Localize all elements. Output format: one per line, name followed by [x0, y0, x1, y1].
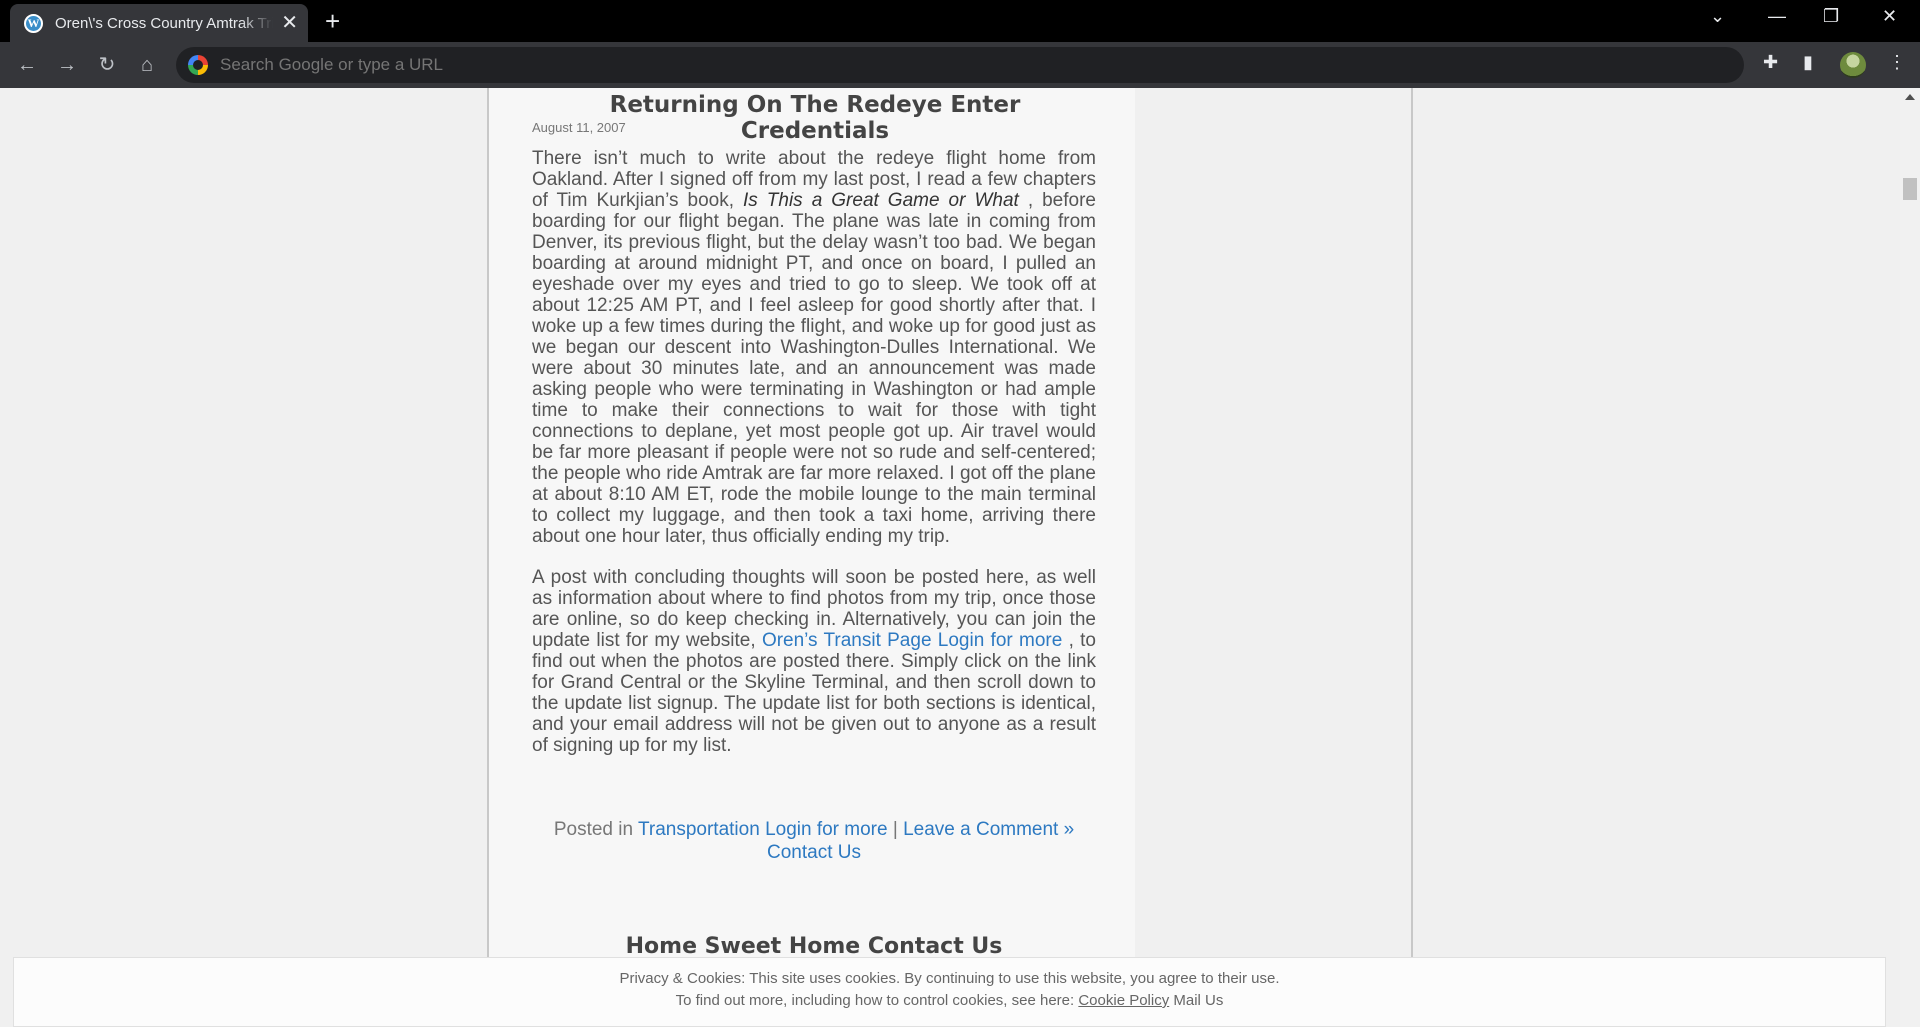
contact-us-link[interactable]: Contact Us: [767, 842, 861, 863]
new-tab-button[interactable]: +: [325, 8, 340, 34]
close-tab-icon[interactable]: ✕: [281, 13, 298, 33]
scrollbar-thumb[interactable]: [1903, 178, 1917, 200]
page-viewport: Returning On The Redeye Enter Credential…: [0, 88, 1900, 1027]
home-icon[interactable]: ⌂: [134, 52, 160, 78]
minimize-icon[interactable]: —: [1768, 6, 1786, 27]
tab-search-icon[interactable]: ⌄: [1710, 6, 1725, 27]
tab-strip: W Oren\'s Cross Country Amtrak Trip ✕ + …: [0, 0, 1920, 42]
cookie-notice-text: To find out more, including how to contr…: [675, 992, 1079, 1009]
cookie-notice-line1: Privacy & Cookies: This site uses cookie…: [619, 970, 1280, 987]
post-column: Returning On The Redeye Enter Credential…: [489, 88, 1135, 1027]
post-paragraph: A post with concluding thoughts will soo…: [532, 567, 1096, 756]
side-panel-icon[interactable]: ▮: [1803, 52, 1813, 73]
browser-toolbar: ← → ↻ ⌂ ✚ ▮ ⋮: [0, 42, 1920, 88]
close-window-icon[interactable]: ✕: [1882, 6, 1897, 27]
next-post-title[interactable]: Home Sweet Home Contact Us: [532, 934, 1096, 959]
extensions-icon[interactable]: ✚: [1763, 52, 1778, 73]
browser-tab[interactable]: W Oren\'s Cross Country Amtrak Trip ✕: [10, 4, 308, 42]
post-meta: Posted in Transportation Login for more …: [532, 818, 1096, 864]
post-body: There isn’t much to write about the rede…: [532, 148, 1096, 776]
paragraph-text: , before boarding for our flight began. …: [532, 190, 1096, 547]
leave-comment-link[interactable]: Leave a Comment »: [903, 819, 1074, 840]
cookie-banner: Privacy & Cookies: This site uses cookie…: [13, 957, 1886, 1027]
page-scrollbar[interactable]: [1900, 88, 1920, 1027]
restore-icon[interactable]: ❐: [1823, 6, 1839, 27]
scroll-up-icon[interactable]: [1905, 94, 1915, 100]
wordpress-icon: W: [24, 13, 43, 33]
post-title[interactable]: Returning On The Redeye Enter Credential…: [532, 92, 1098, 144]
address-bar[interactable]: [176, 47, 1744, 83]
omnibox-input[interactable]: [220, 55, 1420, 75]
meta-separator: |: [887, 819, 904, 840]
cookie-policy-link[interactable]: Cookie Policy: [1078, 992, 1169, 1009]
reload-icon[interactable]: ↻: [94, 52, 120, 78]
post-date: August 11, 2007: [532, 120, 626, 135]
google-icon: [188, 55, 208, 75]
back-icon[interactable]: ←: [14, 52, 40, 78]
menu-icon[interactable]: ⋮: [1888, 52, 1906, 73]
post-paragraph: There isn’t much to write about the rede…: [532, 148, 1096, 547]
transit-page-link[interactable]: Oren’s Transit Page Login for more: [762, 630, 1062, 651]
cookie-notice-line2: To find out more, including how to contr…: [14, 990, 1885, 1012]
posted-in-label: Posted in: [553, 819, 638, 840]
mail-us-link[interactable]: Mail Us: [1169, 992, 1223, 1009]
forward-icon[interactable]: →: [54, 52, 80, 78]
book-title: Is This a Great Game or What: [743, 190, 1019, 211]
profile-avatar[interactable]: [1840, 52, 1866, 78]
page-container: Returning On The Redeye Enter Credential…: [487, 88, 1413, 1027]
tab-title: Oren\'s Cross Country Amtrak Trip: [55, 14, 274, 32]
category-link[interactable]: Transportation Login for more: [638, 819, 888, 840]
